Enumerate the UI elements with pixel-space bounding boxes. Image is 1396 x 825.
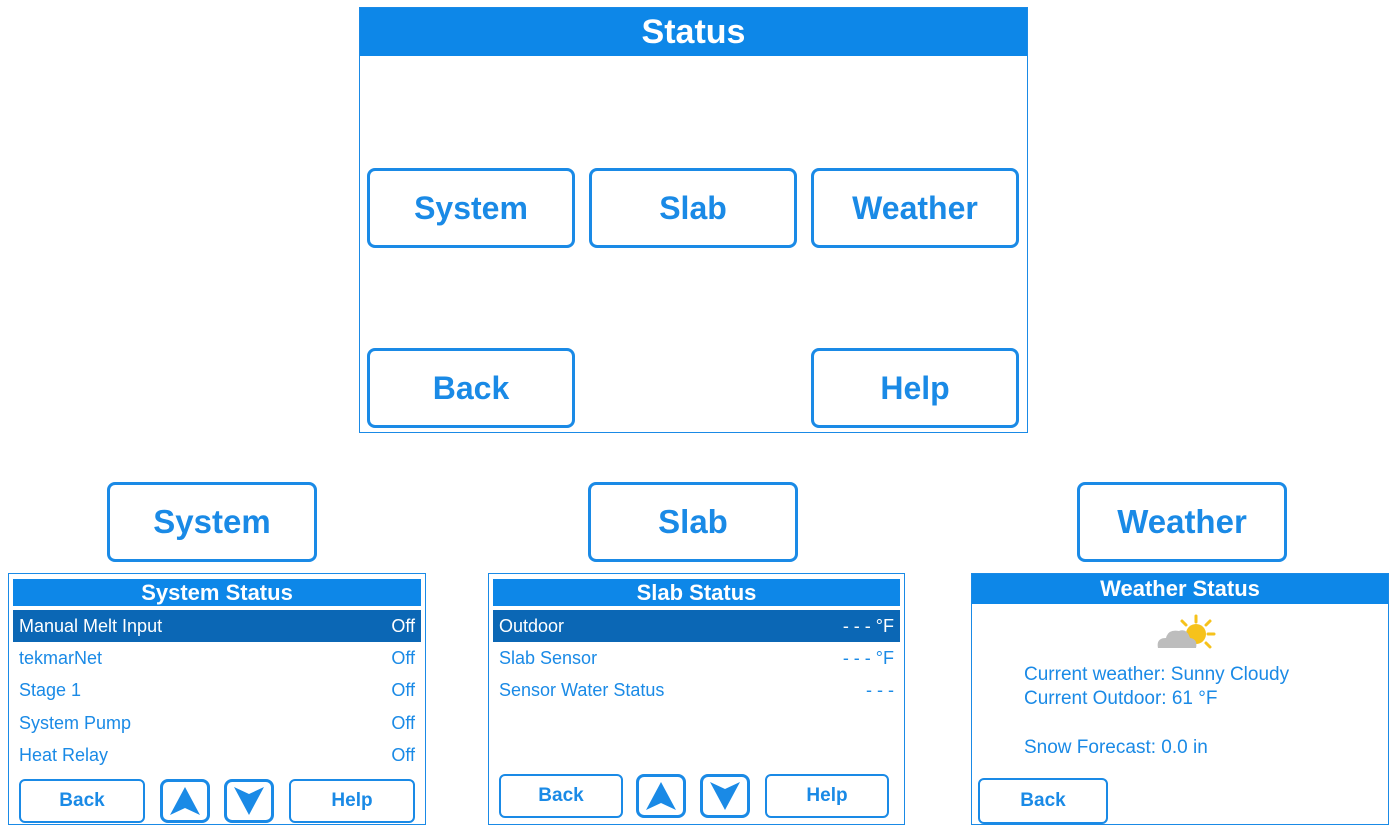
- slab-button[interactable]: Slab: [589, 168, 797, 248]
- row-label: Heat Relay: [19, 745, 109, 765]
- arrow-up-icon: [170, 787, 200, 815]
- list-item[interactable]: System Pump Off: [13, 707, 421, 739]
- list-item[interactable]: Heat Relay Off: [13, 739, 421, 771]
- weather-status-title: Weather Status: [972, 574, 1388, 604]
- slab-status-panel: Slab Status Outdoor - - - °F Slab Sensor…: [488, 573, 905, 825]
- back-button[interactable]: Back: [367, 348, 575, 428]
- row-value: - - -: [866, 680, 894, 700]
- scroll-down-button[interactable]: [700, 774, 750, 818]
- weather-button[interactable]: Weather: [811, 168, 1019, 248]
- scroll-down-button[interactable]: [224, 779, 274, 823]
- page-title: Status: [360, 8, 1027, 56]
- current-weather-text: Current weather: Sunny Cloudy: [1024, 664, 1290, 685]
- status-screen: Status System Slab Weather Back Help: [359, 7, 1028, 433]
- scroll-up-button[interactable]: [160, 779, 210, 823]
- back-button[interactable]: Back: [19, 779, 145, 823]
- back-button[interactable]: Back: [499, 774, 623, 818]
- partly-sunny-icon: [1152, 614, 1222, 658]
- row-value: Off: [391, 616, 415, 636]
- row-value: - - - °F: [842, 648, 894, 668]
- row-value: Off: [391, 680, 415, 700]
- help-button[interactable]: Help: [765, 774, 889, 818]
- row-label: Stage 1: [19, 680, 82, 700]
- row-label: Manual Melt Input: [19, 616, 163, 636]
- system-status-panel: System Status Manual Melt Input Off tekm…: [8, 573, 426, 825]
- arrow-up-icon: [646, 782, 676, 810]
- list-item[interactable]: Manual Melt Input Off: [13, 610, 421, 642]
- system-header-button[interactable]: System: [107, 482, 317, 562]
- row-value: Off: [391, 648, 415, 668]
- row-label: Sensor Water Status: [499, 680, 665, 700]
- row-value: Off: [391, 713, 415, 733]
- help-button[interactable]: Help: [811, 348, 1019, 428]
- row-value: Off: [391, 745, 415, 765]
- list-item[interactable]: tekmarNet Off: [13, 642, 421, 674]
- list-item[interactable]: Sensor Water Status - - -: [493, 674, 900, 706]
- row-label: System Pump: [19, 713, 132, 733]
- list-item[interactable]: Slab Sensor - - - °F: [493, 642, 900, 674]
- snow-forecast-text: Snow Forecast: 0.0 in: [1024, 737, 1208, 758]
- help-button[interactable]: Help: [289, 779, 415, 823]
- system-button[interactable]: System: [367, 168, 575, 248]
- weather-header-button[interactable]: Weather: [1077, 482, 1287, 562]
- arrow-down-icon: [710, 782, 740, 810]
- list-item[interactable]: Stage 1 Off: [13, 674, 421, 706]
- system-status-title: System Status: [13, 579, 421, 606]
- back-button[interactable]: Back: [978, 778, 1108, 824]
- row-label: Slab Sensor: [499, 648, 598, 668]
- row-label: tekmarNet: [19, 648, 103, 668]
- slab-header-button[interactable]: Slab: [588, 482, 798, 562]
- row-label: Outdoor: [499, 616, 565, 636]
- row-value: - - - °F: [842, 616, 894, 636]
- arrow-down-icon: [234, 787, 264, 815]
- slab-status-title: Slab Status: [493, 579, 900, 606]
- list-item[interactable]: Outdoor - - - °F: [493, 610, 900, 642]
- scroll-up-button[interactable]: [636, 774, 686, 818]
- weather-status-panel: Weather Status Current weather: Sunny Cl…: [971, 573, 1389, 825]
- current-outdoor-text: Current Outdoor: 61 °F: [1024, 688, 1218, 709]
